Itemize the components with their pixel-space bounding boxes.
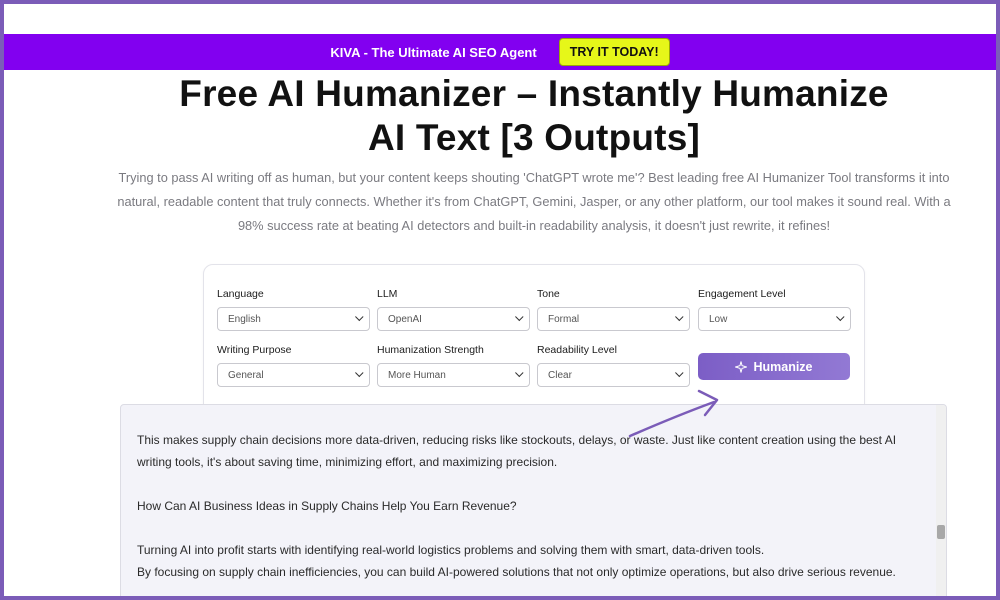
- tone-value: Formal: [548, 313, 580, 325]
- engagement-field: Engagement Level Low: [698, 287, 851, 331]
- output-paragraph-2-line-1: Turning AI into profit starts with ident…: [137, 543, 765, 557]
- humanization-strength-value: More Human: [388, 369, 446, 381]
- output-paragraph-1-line-2: writing tools, it's about saving time, m…: [137, 455, 558, 469]
- llm-label: LLM: [377, 288, 398, 300]
- output-paragraph-1-line-1: This makes supply chain decisions more d…: [137, 433, 897, 447]
- writing-purpose-label: Writing Purpose: [217, 344, 292, 356]
- chevron-down-icon: [355, 368, 364, 378]
- writing-purpose-select[interactable]: General: [217, 363, 370, 387]
- output-scrollbar-thumb[interactable]: [937, 525, 945, 539]
- output-scrollbar[interactable]: [936, 405, 946, 596]
- tone-select[interactable]: Formal: [537, 307, 690, 331]
- humanizer-options-card: Language English LLM OpenAI Tone Formal …: [203, 264, 865, 424]
- sparkle-icon: [735, 360, 748, 373]
- language-field: Language English: [217, 287, 370, 331]
- readability-level-field: Readability Level Clear: [537, 343, 690, 387]
- engagement-label: Engagement Level: [698, 288, 786, 300]
- page-frame: KIVA - The Ultimate AI SEO Agent TRY IT …: [4, 4, 996, 596]
- humanize-button-label: Humanize: [753, 359, 813, 374]
- output-text-area[interactable]: This makes supply chain decisions more d…: [120, 404, 947, 596]
- page-title-line1: Free AI Humanizer – Instantly Humanize: [179, 73, 889, 114]
- page-title: Free AI Humanizer – Instantly Humanize A…: [114, 72, 954, 160]
- readability-level-value: Clear: [548, 369, 572, 381]
- chevron-down-icon: [836, 312, 845, 322]
- page-title-line2: AI Text [3 Outputs]: [368, 117, 700, 158]
- readability-level-select[interactable]: Clear: [537, 363, 690, 387]
- llm-select[interactable]: OpenAI: [377, 307, 530, 331]
- readability-level-label: Readability Level: [537, 344, 617, 356]
- chevron-down-icon: [515, 368, 524, 378]
- output-heading: How Can AI Business Ideas in Supply Chai…: [137, 499, 517, 513]
- promo-text: KIVA - The Ultimate AI SEO Agent: [330, 44, 537, 60]
- humanization-strength-select[interactable]: More Human: [377, 363, 530, 387]
- output-content: This makes supply chain decisions more d…: [137, 429, 927, 583]
- humanization-strength-label: Humanization Strength: [377, 344, 484, 356]
- llm-value: OpenAI: [388, 313, 422, 325]
- engagement-select[interactable]: Low: [698, 307, 851, 331]
- chevron-down-icon: [675, 368, 684, 378]
- output-paragraph-2-line-2: By focusing on supply chain inefficienci…: [137, 565, 896, 579]
- language-label: Language: [217, 288, 264, 300]
- writing-purpose-value: General: [228, 369, 264, 381]
- chevron-down-icon: [355, 312, 364, 322]
- humanization-strength-field: Humanization Strength More Human: [377, 343, 530, 387]
- language-value: English: [228, 313, 261, 325]
- llm-field: LLM OpenAI: [377, 287, 530, 331]
- try-it-today-button[interactable]: TRY IT TODAY!: [558, 38, 670, 66]
- chevron-down-icon: [675, 312, 684, 322]
- promo-banner: KIVA - The Ultimate AI SEO Agent TRY IT …: [4, 34, 996, 70]
- language-select[interactable]: English: [217, 307, 370, 331]
- humanize-button[interactable]: Humanize: [698, 353, 850, 380]
- tone-label: Tone: [537, 288, 560, 300]
- engagement-value: Low: [709, 313, 728, 325]
- writing-purpose-field: Writing Purpose General: [217, 343, 370, 387]
- page-description: Trying to pass AI writing off as human, …: [117, 170, 951, 233]
- chevron-down-icon: [515, 312, 524, 322]
- tone-field: Tone Formal: [537, 287, 690, 331]
